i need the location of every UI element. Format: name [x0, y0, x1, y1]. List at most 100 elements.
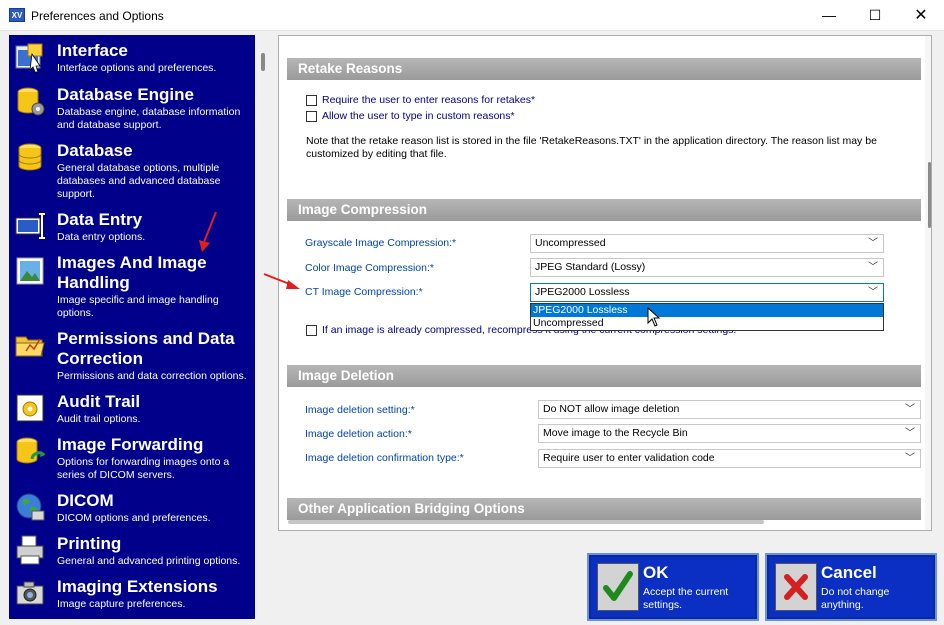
chevron-down-icon: ﹀	[868, 262, 878, 273]
grayscale-compression-select[interactable]: Uncompressed ﹀	[530, 234, 884, 253]
deletion-action-label: Image deletion action:*	[305, 428, 412, 440]
sidebar-item-desc: Options for forwarding images onto a ser…	[57, 456, 230, 481]
minimize-button[interactable]: —	[806, 0, 852, 31]
deletion-action-select[interactable]: Move image to the Recycle Bin ﹀	[538, 424, 921, 443]
permissions-folder-icon	[15, 336, 45, 357]
database-icon	[18, 143, 42, 171]
require-reasons-checkbox[interactable]	[306, 95, 317, 106]
x-icon-box	[775, 563, 817, 611]
image-forwarding-icon	[16, 437, 46, 464]
data-entry-icon	[15, 213, 45, 239]
camera-icon	[16, 581, 44, 605]
dicom-globe-icon	[16, 493, 45, 521]
sidebar-item-dicom[interactable]: DICOM DICOM options and preferences.	[9, 491, 255, 531]
close-button[interactable]: ✕	[898, 0, 944, 31]
allow-custom-checkbox[interactable]	[306, 111, 317, 122]
section-header-compression: Image Compression	[287, 199, 921, 221]
ct-compression-select[interactable]: JPEG2000 Lossless ﹀	[530, 283, 884, 302]
sidebar-item-permissions[interactable]: Permissions and Data Correction Permissi…	[9, 329, 255, 387]
chevron-down-icon: ﹀	[905, 428, 915, 439]
sidebar-scrollbar[interactable]	[258, 35, 268, 619]
ct-compression-dropdown-list: JPEG2000 Lossless Uncompressed	[530, 303, 884, 331]
checkmark-icon	[603, 571, 633, 601]
sidebar-item-interface[interactable]: Interface Interface options and preferen…	[9, 41, 255, 81]
ct-compression-value: JPEG2000 Lossless	[535, 286, 630, 298]
sidebar-item-title: Interface	[57, 41, 128, 60]
sidebar-item-desc: Database engine, database information an…	[57, 106, 241, 131]
sidebar-item-desc: General and advanced printing options.	[57, 555, 241, 567]
chevron-down-icon: ﹀	[905, 404, 915, 415]
options-scrollbar[interactable]	[925, 36, 931, 530]
section-header-deletion: Image Deletion	[287, 365, 921, 387]
deletion-confirm-value: Require user to enter validation code	[543, 452, 715, 464]
dropdown-option[interactable]: Uncompressed	[531, 317, 883, 330]
sidebar-item-desc: Image specific and image handling option…	[57, 294, 219, 319]
images-icon	[16, 257, 44, 285]
window-title: Preferences and Options	[31, 9, 164, 23]
dropdown-option[interactable]: JPEG2000 Lossless	[531, 304, 883, 317]
sidebar-item-database[interactable]: Database General database options, multi…	[9, 141, 255, 203]
color-compression-label: Color Image Compression:*	[305, 262, 434, 274]
deletion-setting-select[interactable]: Do NOT allow image deletion ﹀	[538, 400, 921, 419]
cancel-button[interactable]: Cancel Do not change anything.	[765, 553, 937, 621]
sidebar-item-title: Database Engine	[57, 85, 194, 104]
allow-custom-label: Allow the user to type in custom reasons…	[322, 110, 515, 122]
sidebar-item-database-engine[interactable]: Database Engine Database engine, databas…	[9, 85, 255, 135]
cancel-x-icon	[784, 574, 808, 600]
sidebar-item-audit-trail[interactable]: Audit Trail Audit trail options.	[9, 392, 255, 430]
sidebar-item-title: DICOM	[57, 491, 114, 510]
chevron-down-icon: ﹀	[868, 287, 878, 298]
ct-compression-label: CT Image Compression:*	[305, 286, 423, 298]
options-panel: Retake Reasons Require the user to enter…	[278, 35, 932, 531]
color-compression-value: JPEG Standard (Lossy)	[535, 261, 646, 273]
recompress-checkbox[interactable]	[306, 325, 317, 336]
color-compression-select[interactable]: JPEG Standard (Lossy) ﹀	[530, 258, 884, 277]
sidebar-item-desc: Interface options and preferences.	[57, 62, 217, 74]
title-bar: XV Preferences and Options — ☐ ✕	[0, 0, 944, 31]
sidebar-item-title: Data Entry	[57, 210, 143, 229]
cancel-button-desc: Do not change anything.	[821, 586, 890, 611]
maximize-button[interactable]: ☐	[852, 0, 898, 31]
sidebar-item-printing[interactable]: Printing General and advanced printing o…	[9, 534, 255, 574]
audit-trail-icon	[16, 394, 44, 422]
sidebar-item-desc: Audit trail options.	[57, 413, 141, 425]
options-scrollbar-thumb[interactable]	[928, 162, 931, 228]
sidebar-item-title: Audit Trail	[57, 392, 141, 411]
sidebar-item-title: Permissions and Data Correction	[57, 329, 235, 368]
printer-icon	[16, 535, 44, 565]
checkmark-icon-box	[597, 563, 639, 611]
sidebar-item-desc: Image capture preferences.	[57, 598, 186, 610]
chevron-down-icon: ﹀	[905, 453, 915, 464]
sidebar-item-desc: DICOM options and preferences.	[57, 512, 211, 524]
section-header-retake: Retake Reasons	[287, 58, 921, 80]
sidebar-scrollbar-thumb[interactable]	[261, 53, 265, 71]
sidebar-item-title: Images And Image Handling	[57, 253, 207, 292]
sidebar-item-title: Printing	[57, 534, 122, 553]
sidebar-item-desc: General database options, multiple datab…	[57, 162, 221, 200]
section-header-bridging: Other Application Bridging Options	[287, 498, 921, 520]
ok-button[interactable]: OK Accept the current settings.	[587, 553, 759, 621]
deletion-setting-label: Image deletion setting:*	[305, 404, 415, 416]
deletion-action-value: Move image to the Recycle Bin	[543, 427, 688, 439]
sidebar-item-title: Database	[57, 141, 133, 160]
horizontal-scrollbar[interactable]	[288, 520, 764, 524]
sidebar-item-images[interactable]: Images And Image Handling Image specific…	[9, 253, 255, 323]
sidebar-item-imaging-extensions[interactable]: Imaging Extensions Image capture prefere…	[9, 577, 255, 617]
sidebar: Interface Interface options and preferen…	[9, 35, 255, 619]
deletion-setting-value: Do NOT allow image deletion	[543, 403, 680, 415]
deletion-confirm-label: Image deletion confirmation type:*	[305, 452, 464, 464]
chevron-down-icon: ﹀	[868, 238, 878, 249]
ok-button-desc: Accept the current settings.	[643, 586, 729, 611]
deletion-confirm-select[interactable]: Require user to enter validation code ﹀	[538, 449, 921, 468]
grayscale-compression-value: Uncompressed	[535, 237, 606, 249]
app-icon: XV	[9, 8, 25, 22]
sidebar-item-title: Imaging Extensions	[57, 577, 218, 596]
sidebar-item-image-forwarding[interactable]: Image Forwarding Options for forwarding …	[9, 435, 255, 487]
mouse-pointer-icon	[647, 307, 661, 327]
interface-icon	[15, 43, 43, 73]
sidebar-item-desc: Permissions and data correction options.	[57, 370, 247, 382]
cancel-button-title: Cancel	[821, 563, 877, 582]
require-reasons-label: Require the user to enter reasons for re…	[322, 94, 536, 106]
annotation-arrow-icon	[263, 273, 300, 289]
ok-button-title: OK	[643, 563, 669, 582]
